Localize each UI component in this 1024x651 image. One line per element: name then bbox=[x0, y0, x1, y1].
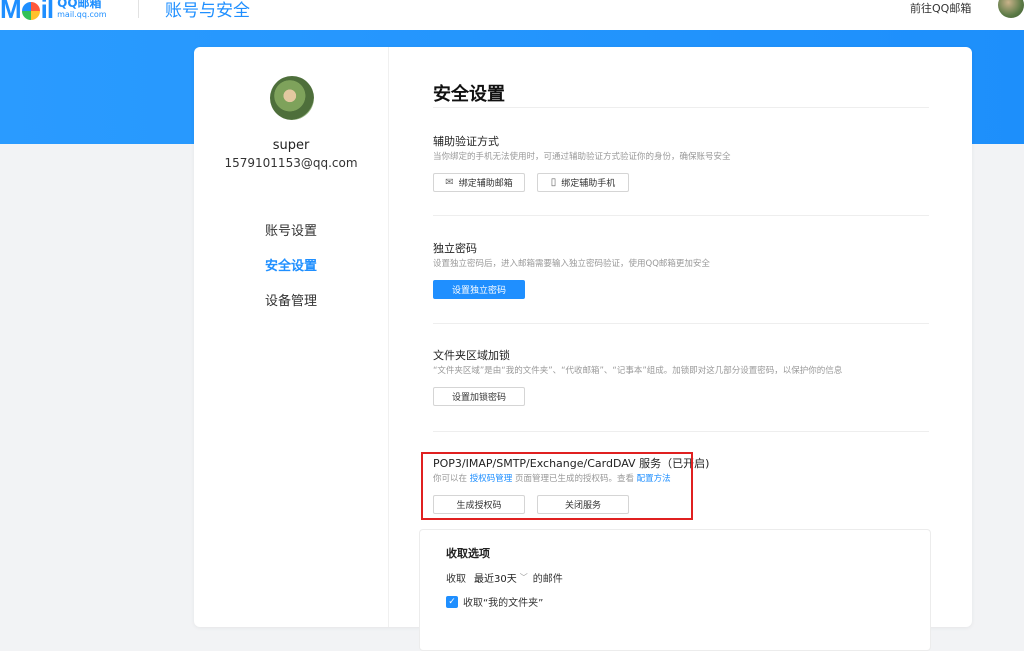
avatar bbox=[270, 76, 314, 120]
page-heading: 账号与安全 bbox=[165, 1, 250, 21]
set-lock-pwd-button[interactable]: 设置加锁密码 bbox=[433, 387, 525, 406]
fetch-my-folder-option[interactable]: ✓ 收取“我的文件夹” bbox=[446, 594, 543, 609]
indep-pwd-title: 独立密码 bbox=[433, 242, 477, 255]
logo-text: QQ邮箱 bbox=[57, 0, 102, 10]
user-email: 1579101153@qq.com bbox=[224, 156, 358, 170]
divider bbox=[433, 431, 929, 432]
bind-aux-phone-button[interactable]: ▯ 绑定辅助手机 bbox=[537, 173, 629, 192]
goto-qq-mail-link[interactable]: 前往QQ邮箱 bbox=[910, 0, 971, 16]
profile-sidebar: super 1579101153@qq.com 账号设置 安全设置 设备管理 bbox=[194, 47, 389, 627]
mail-logo-mark: Mil bbox=[0, 0, 54, 24]
folder-lock-title: 文件夹区域加锁 bbox=[433, 349, 510, 362]
fetch-range-row: 收取 最近30天 ﹀ 的邮件 bbox=[446, 570, 563, 585]
settings-card: super 1579101153@qq.com 账号设置 安全设置 设备管理 安… bbox=[194, 47, 972, 651]
folder-lock-desc: “文件夹区域”是由“我的文件夹”、“代收邮箱”、“记事本”组成。加锁即对这几部分… bbox=[433, 366, 843, 376]
indep-pwd-desc: 设置独立密码后，进入邮箱需要输入独立密码验证，使用QQ邮箱更加安全 bbox=[433, 259, 710, 269]
bind-aux-email-button[interactable]: ✉ 绑定辅助邮箱 bbox=[433, 173, 525, 192]
top-bar: Mil QQ邮箱 mail.qq.com 账号与安全 前往QQ邮箱 bbox=[0, 0, 1024, 30]
chevron-down-icon: ﹀ bbox=[519, 573, 528, 582]
highlight-box bbox=[421, 452, 693, 520]
fetch-range-select[interactable]: 最近30天 ﹀ bbox=[474, 570, 528, 585]
phone-icon: ▯ bbox=[550, 177, 557, 188]
header-divider bbox=[138, 0, 139, 18]
divider bbox=[433, 107, 929, 108]
qq-mail-logo[interactable]: Mil QQ邮箱 mail.qq.com bbox=[0, 0, 107, 24]
fetch-options-title: 收取选项 bbox=[446, 547, 490, 560]
set-indep-pwd-button[interactable]: 设置独立密码 bbox=[433, 280, 525, 299]
divider bbox=[433, 215, 929, 216]
page-title: 安全设置 bbox=[433, 84, 505, 105]
nav-security-settings[interactable]: 安全设置 bbox=[194, 255, 388, 274]
checkbox-checked-icon[interactable]: ✓ bbox=[446, 595, 458, 608]
fetch-suffix: 的邮件 bbox=[532, 574, 563, 585]
aux-verify-desc: 当你绑定的手机无法使用时，可通过辅助验证方式验证你的身份，确保账号安全 bbox=[433, 152, 731, 162]
divider bbox=[433, 323, 929, 324]
nav-device-management[interactable]: 设备管理 bbox=[194, 290, 388, 309]
fetch-options-panel: 收取选项 收取 最近30天 ﹀ 的邮件 ✓ 收取“我的文件夹” bbox=[419, 529, 931, 651]
fetch-range-value: 最近30天 bbox=[474, 574, 517, 585]
bind-aux-phone-label: 绑定辅助手机 bbox=[561, 179, 616, 189]
bind-aux-email-label: 绑定辅助邮箱 bbox=[458, 179, 513, 189]
nav-account-settings[interactable]: 账号设置 bbox=[194, 220, 388, 239]
mail-icon: ✉ bbox=[445, 177, 454, 188]
header-avatar[interactable] bbox=[998, 0, 1024, 18]
fetch-my-folder-label: 收取“我的文件夹” bbox=[463, 598, 544, 609]
logo-subtext: mail.qq.com bbox=[57, 10, 107, 19]
fetch-prefix: 收取 bbox=[446, 574, 466, 585]
username: super bbox=[272, 138, 310, 153]
aux-verify-title: 辅助验证方式 bbox=[433, 135, 499, 148]
